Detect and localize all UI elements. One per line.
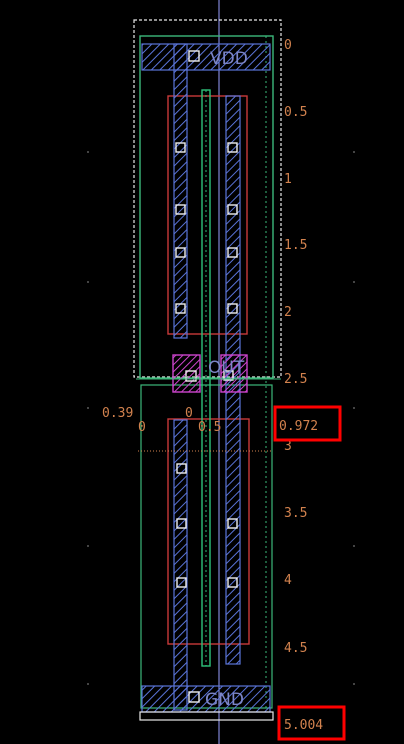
- dimension-labels: 0.39 0 0 0.5: [102, 406, 221, 435]
- ruler-label-3-5: 3.5: [284, 506, 307, 521]
- ruler-label-4-5: 4.5: [284, 641, 307, 656]
- cell-bottom-boundary[interactable]: [139, 711, 274, 721]
- ruler-label-1-5: 1.5: [284, 238, 307, 253]
- ruler-label-0: 0: [284, 38, 292, 53]
- dim-0-39: 0.39: [102, 406, 133, 421]
- out-pin-label[interactable]: OUT: [208, 358, 245, 378]
- measurement-5004[interactable]: 5.004: [284, 718, 323, 733]
- ruler: 0 0.5 1 1.5 2 2.5 3 3.5 4 4.5: [284, 38, 307, 656]
- ruler-label-1: 1: [284, 172, 292, 187]
- vdd-pin-label[interactable]: VDD: [210, 49, 248, 69]
- dim-0-mid: 0: [185, 406, 193, 421]
- layout-canvas[interactable]: VDD OUT GND 0 0.5 1 1.5 2 2.5 3 3.5 4 4.…: [0, 0, 404, 744]
- measurement-0972[interactable]: 0.972: [279, 419, 318, 434]
- gnd-pin-label[interactable]: GND: [205, 690, 244, 710]
- ruler-label-4: 4: [284, 573, 292, 588]
- dim-0-left: 0: [138, 420, 146, 435]
- ruler-label-2: 2: [284, 305, 292, 320]
- ruler-label-2-5: 2.5: [284, 372, 307, 387]
- ruler-label-0-5: 0.5: [284, 105, 307, 120]
- cell-boundary-pmos[interactable]: [133, 19, 282, 378]
- metal-left-pmos[interactable]: [173, 43, 188, 339]
- dim-0-5: 0.5: [198, 420, 221, 435]
- vdd-rail[interactable]: [141, 43, 271, 71]
